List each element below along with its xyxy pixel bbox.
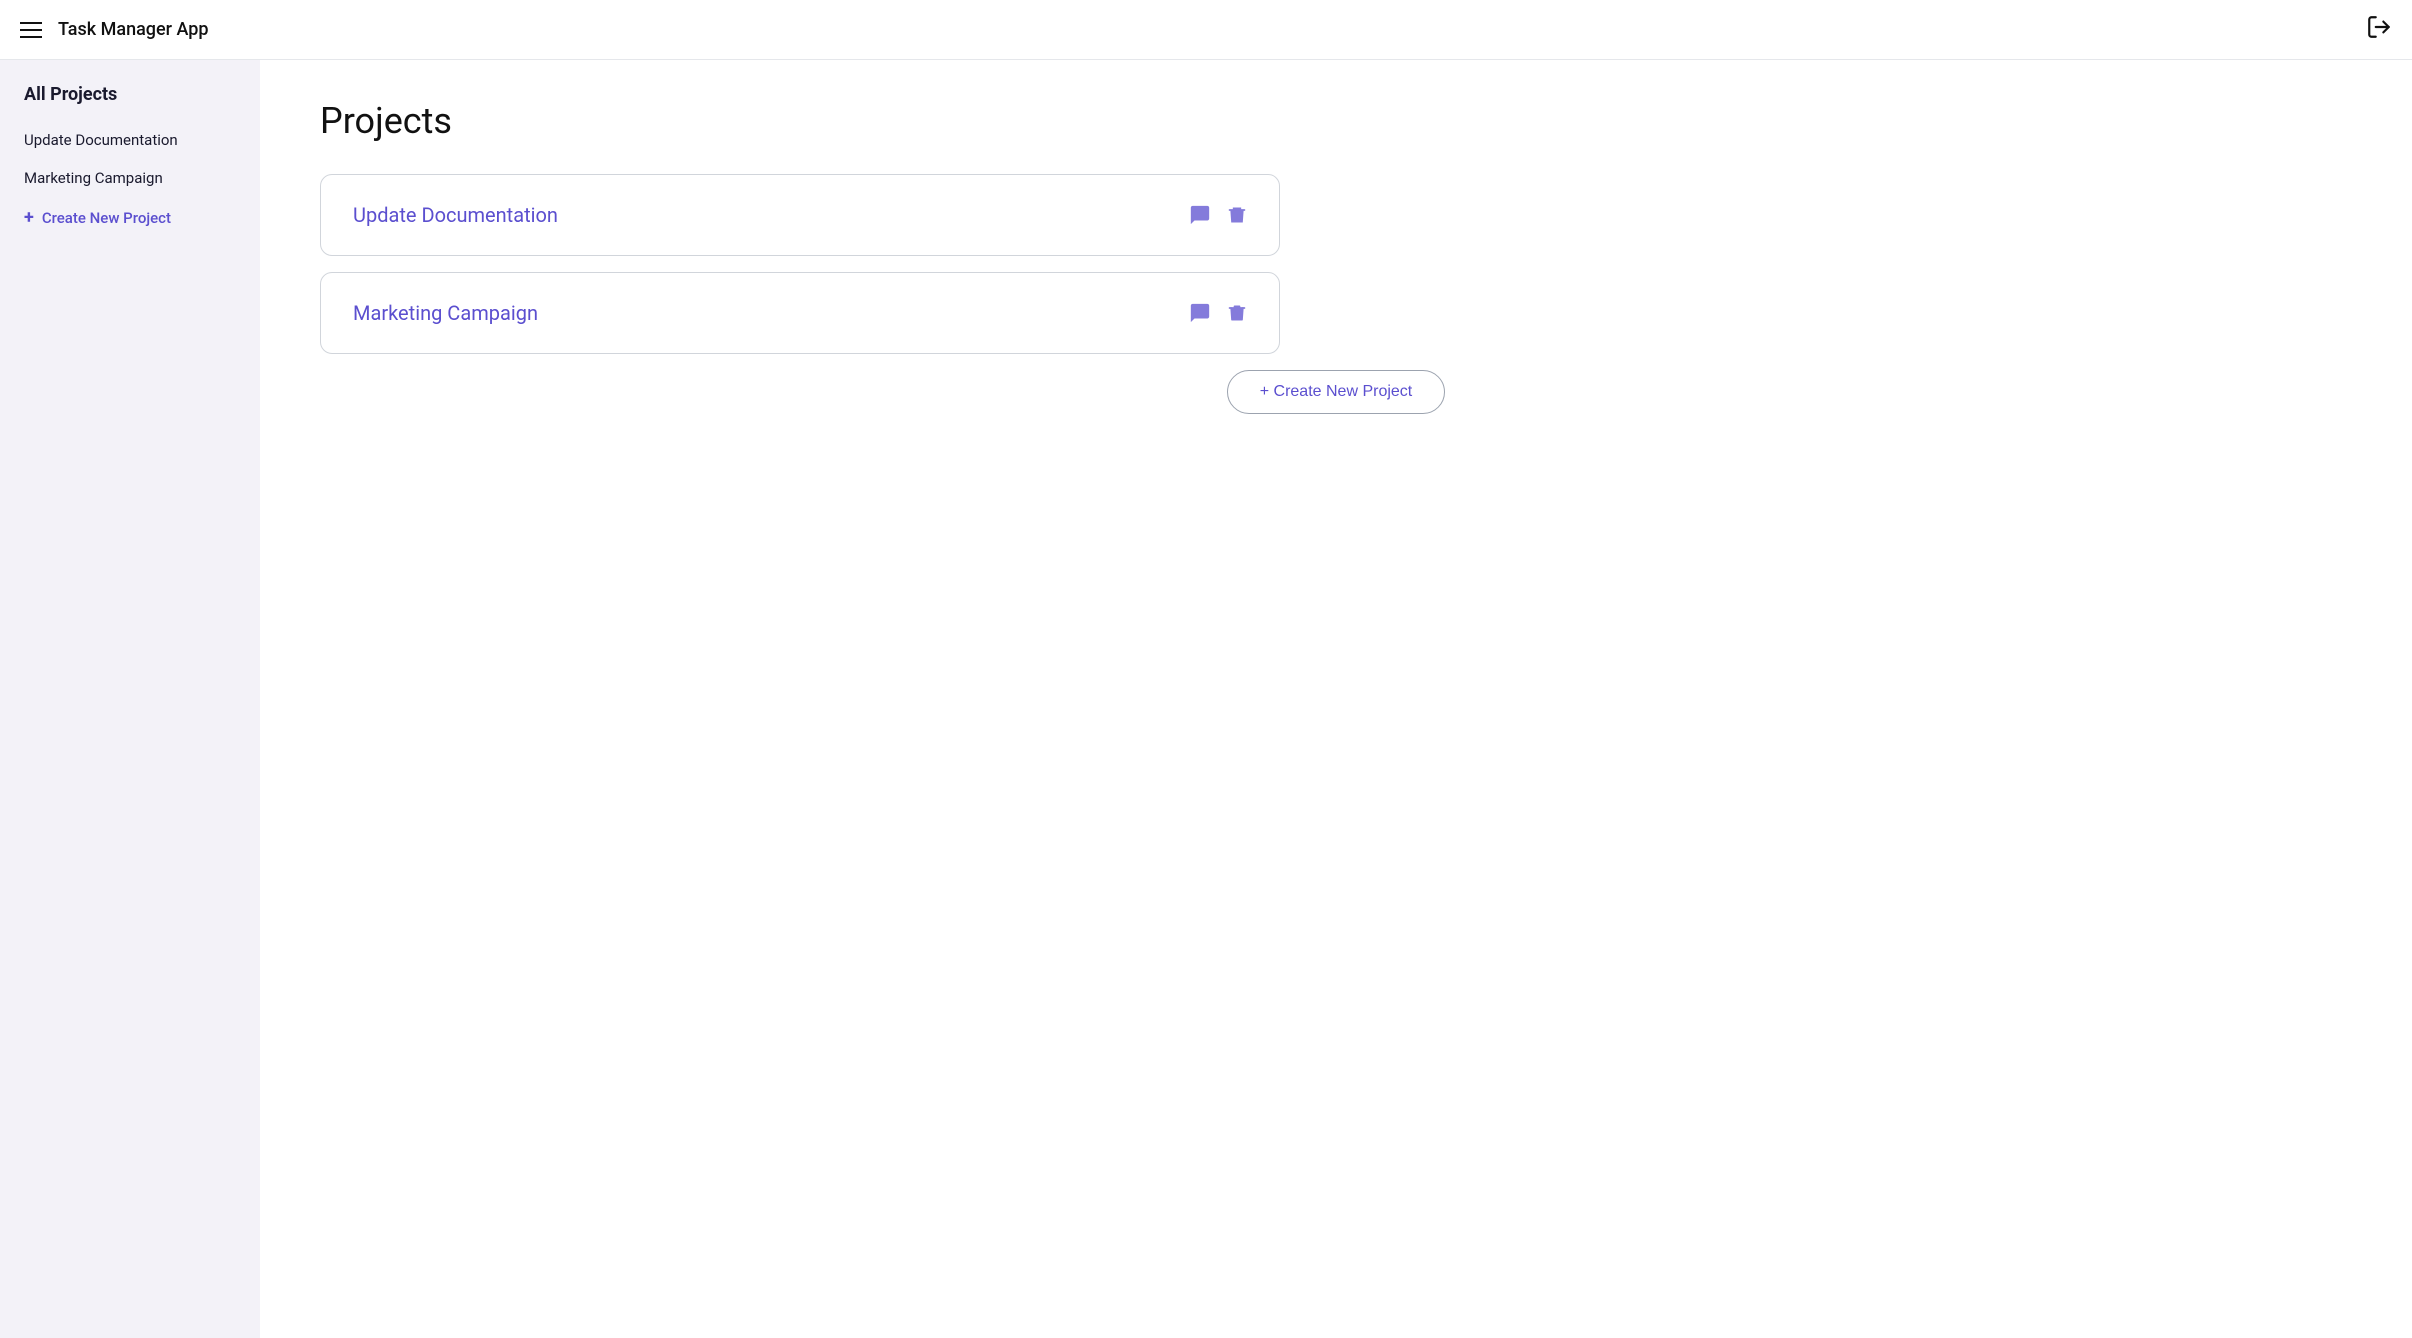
comment-icon-marketing-campaign[interactable] <box>1189 302 1211 324</box>
create-project-btn-container: + Create New Project <box>320 370 2352 414</box>
logout-icon[interactable] <box>2366 14 2392 46</box>
comment-icon-update-documentation[interactable] <box>1189 204 1211 226</box>
main-content: Projects Update Documentation <box>260 60 2412 1338</box>
sidebar-heading: All Projects <box>0 84 260 121</box>
app-title: Task Manager App <box>58 19 209 40</box>
create-new-project-button[interactable]: + Create New Project <box>1227 370 1446 414</box>
trash-icon-update-documentation[interactable] <box>1227 205 1247 225</box>
page-title: Projects <box>320 100 2352 142</box>
trash-icon-marketing-campaign[interactable] <box>1227 303 1247 323</box>
project-actions-marketing-campaign <box>1189 302 1247 324</box>
app-header: Task Manager App <box>0 0 2412 60</box>
hamburger-icon[interactable] <box>20 22 42 38</box>
project-actions-update-documentation <box>1189 204 1247 226</box>
plus-icon: + <box>24 207 34 228</box>
sidebar-item-marketing-campaign[interactable]: Marketing Campaign <box>0 159 260 197</box>
project-card-marketing-campaign: Marketing Campaign <box>320 272 1280 354</box>
header-left: Task Manager App <box>20 19 209 40</box>
sidebar-create-label: Create New Project <box>42 209 171 227</box>
project-card-update-documentation: Update Documentation <box>320 174 1280 256</box>
sidebar-create-new-project[interactable]: + Create New Project <box>0 197 260 238</box>
layout: All Projects Update Documentation Market… <box>0 60 2412 1338</box>
projects-list: Update Documentation Marketing Campaign <box>320 174 1280 354</box>
sidebar-item-update-documentation[interactable]: Update Documentation <box>0 121 260 159</box>
project-name-marketing-campaign[interactable]: Marketing Campaign <box>353 301 538 325</box>
sidebar: All Projects Update Documentation Market… <box>0 60 260 1338</box>
project-name-update-documentation[interactable]: Update Documentation <box>353 203 558 227</box>
